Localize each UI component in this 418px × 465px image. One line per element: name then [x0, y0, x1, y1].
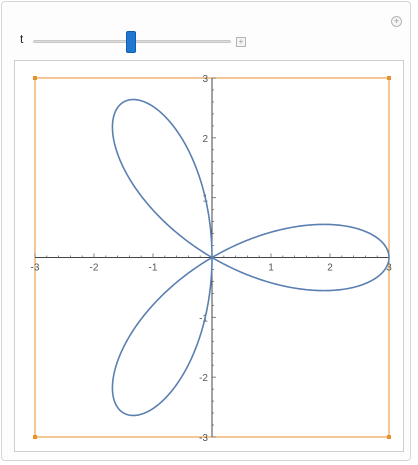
x-tick-label: -1	[149, 263, 158, 274]
slider-variable-label: t	[20, 32, 24, 46]
y-tick-label: -3	[199, 433, 208, 444]
manipulate-panel: + t + -3 -2 -1 1 2 3 -3 -2 -1 1 2 3	[1, 1, 411, 461]
x-tick-label: -3	[31, 263, 40, 274]
x-tick-label: -2	[90, 263, 99, 274]
slider-expand-icon[interactable]: +	[236, 37, 246, 47]
x-tick-label: 1	[268, 263, 274, 274]
plot-area: -3 -2 -1 1 2 3 -3 -2 -1 1 2 3	[14, 60, 404, 452]
y-tick-label: 3	[202, 74, 208, 85]
t-slider-track[interactable]	[33, 31, 231, 53]
add-control-icon[interactable]: +	[391, 16, 402, 27]
frame-corner-marker	[33, 76, 37, 80]
frame-corner-marker	[387, 435, 391, 439]
t-slider-thumb[interactable]	[126, 31, 137, 53]
y-tick-label: -2	[199, 373, 208, 384]
frame-corner-marker	[33, 435, 37, 439]
y-tick-label: 2	[202, 134, 208, 145]
frame-corner-marker	[387, 76, 391, 80]
x-tick-label: 2	[327, 263, 333, 274]
rose-plot: -3 -2 -1 1 2 3-3-2-1123	[31, 74, 393, 444]
slider-row: t +	[2, 30, 410, 54]
